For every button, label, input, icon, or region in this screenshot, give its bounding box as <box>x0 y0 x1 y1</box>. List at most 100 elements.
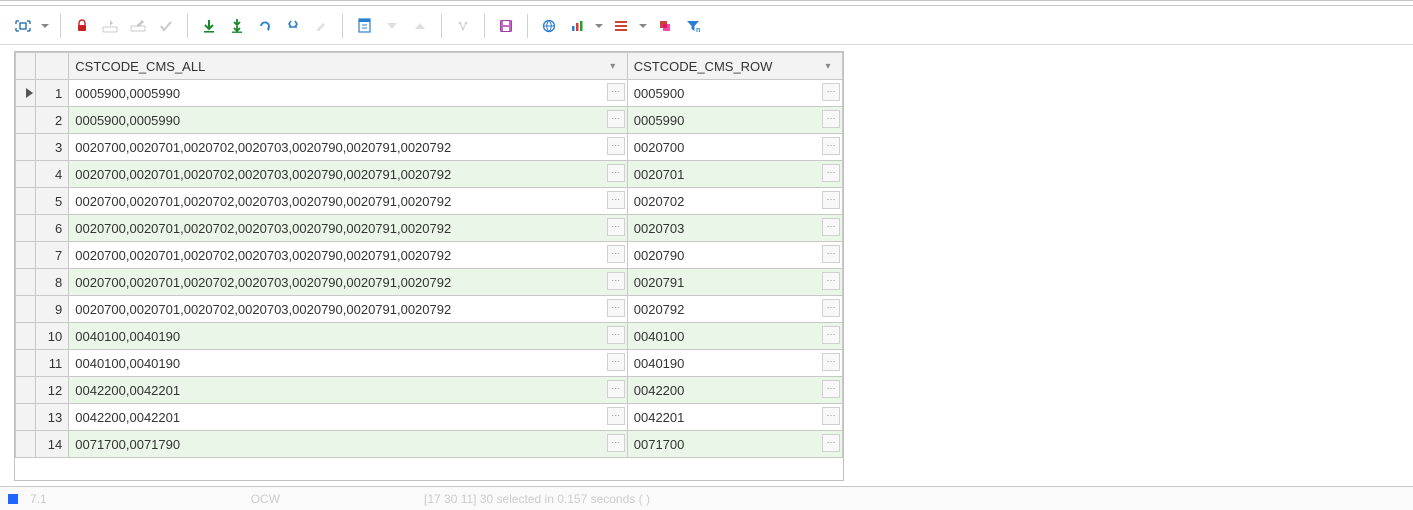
export-xls-icon[interactable] <box>351 13 377 39</box>
cell-ellipsis-button[interactable]: ··· <box>822 299 840 317</box>
cell-value[interactable]: 0005900 <box>634 86 836 101</box>
fit-grid-icon[interactable] <box>10 13 36 39</box>
table-row[interactable]: 70020700,0020701,0020702,0020703,0020790… <box>16 242 843 269</box>
cell-ellipsis-button[interactable]: ··· <box>607 137 625 155</box>
cell-value[interactable]: 0020700,0020701,0020702,0020703,0020790,… <box>75 221 621 236</box>
cell-value[interactable]: 0040100 <box>634 329 836 344</box>
cell-ellipsis-button[interactable]: ··· <box>607 272 625 290</box>
cell-value[interactable]: 0020700,0020701,0020702,0020703,0020790,… <box>75 194 621 209</box>
table-row[interactable]: 110040100,0040190···0040190··· <box>16 350 843 377</box>
cell-value[interactable]: 0020702 <box>634 194 836 209</box>
cell-value[interactable]: 0040100,0040190 <box>75 329 621 344</box>
cell-value[interactable]: 0020700,0020701,0020702,0020703,0020790,… <box>75 167 621 182</box>
cell-value[interactable]: 0020700 <box>634 140 836 155</box>
cell-value[interactable]: 0020700,0020701,0020702,0020703,0020790,… <box>75 302 621 317</box>
find-icon[interactable] <box>280 13 306 39</box>
cell-value[interactable]: 0040100,0040190 <box>75 356 621 371</box>
cell-ellipsis-button[interactable]: ··· <box>607 380 625 398</box>
column-header-all[interactable]: CSTCODE_CMS_ALL▾ <box>69 53 628 80</box>
cell-value[interactable]: 0005990 <box>634 113 836 128</box>
cell-ellipsis-button[interactable]: ··· <box>822 218 840 236</box>
cell-value[interactable]: 0020792 <box>634 302 836 317</box>
cell-value[interactable]: 0005900,0005990 <box>75 113 621 128</box>
dropdown-icon[interactable] <box>592 13 606 39</box>
cell-value[interactable]: 0042201 <box>634 410 836 425</box>
cell-value[interactable]: 0071700 <box>634 437 836 452</box>
cell-ellipsis-button[interactable]: ··· <box>822 191 840 209</box>
cell-ellipsis-button[interactable]: ··· <box>607 164 625 182</box>
cell-ellipsis-button[interactable]: ··· <box>822 272 840 290</box>
cell-ellipsis-button[interactable]: ··· <box>607 191 625 209</box>
table-row[interactable]: 80020700,0020701,0020702,0020703,0020790… <box>16 269 843 296</box>
indicator-header[interactable] <box>16 53 36 80</box>
cell-value[interactable]: 0042200,0042201 <box>75 383 621 398</box>
table-row[interactable]: 20005900,0005990···0005990··· <box>16 107 843 134</box>
cell-ellipsis-button[interactable]: ··· <box>822 83 840 101</box>
dropdown-icon[interactable] <box>636 13 650 39</box>
column-dropdown-icon[interactable]: ▾ <box>820 61 836 72</box>
dropdown-icon[interactable] <box>38 13 52 39</box>
column-dropdown-icon[interactable]: ▾ <box>605 61 621 72</box>
cell-ellipsis-button[interactable]: ··· <box>607 110 625 128</box>
sort-desc-icon[interactable] <box>379 13 405 39</box>
cell-ellipsis-button[interactable]: ··· <box>822 137 840 155</box>
table-row[interactable]: 140071700,0071790···0071700··· <box>16 431 843 458</box>
lock-icon[interactable] <box>69 13 95 39</box>
link-icon[interactable] <box>450 13 476 39</box>
table-row[interactable]: 130042200,0042201···0042201··· <box>16 404 843 431</box>
cell-value[interactable]: 0020791 <box>634 275 836 290</box>
table-row[interactable]: 120042200,0042201···0042200··· <box>16 377 843 404</box>
cell-ellipsis-button[interactable]: ··· <box>822 380 840 398</box>
sort-asc-icon[interactable] <box>407 13 433 39</box>
cell-value[interactable]: 0020700,0020701,0020702,0020703,0020790,… <box>75 140 621 155</box>
cell-ellipsis-button[interactable]: ··· <box>607 83 625 101</box>
column-header-row[interactable]: CSTCODE_CMS_ROW▾ <box>627 53 842 80</box>
fetch-down-icon[interactable] <box>196 13 222 39</box>
cell-ellipsis-button[interactable]: ··· <box>607 407 625 425</box>
cell-ellipsis-button[interactable]: ··· <box>822 164 840 182</box>
table-row[interactable]: 30020700,0020701,0020702,0020703,0020790… <box>16 134 843 161</box>
cell-value[interactable]: 0042200 <box>634 383 836 398</box>
cell-ellipsis-button[interactable]: ··· <box>822 245 840 263</box>
cell-ellipsis-button[interactable]: ··· <box>822 110 840 128</box>
chart-icon[interactable] <box>564 13 590 39</box>
globe-icon[interactable] <box>536 13 562 39</box>
cell-value[interactable]: 0071700,0071790 <box>75 437 621 452</box>
edit-inline-icon[interactable] <box>97 13 123 39</box>
cell-value[interactable]: 0020790 <box>634 248 836 263</box>
rownum-header[interactable] <box>36 53 69 80</box>
cell-ellipsis-button[interactable]: ··· <box>607 245 625 263</box>
filter-icon[interactable]: n <box>680 13 706 39</box>
cell-value[interactable]: 0020701 <box>634 167 836 182</box>
data-grid[interactable]: CSTCODE_CMS_ALL▾ CSTCODE_CMS_ROW▾ 100059… <box>14 51 844 481</box>
refresh-icon[interactable] <box>252 13 278 39</box>
stack-icon[interactable] <box>652 13 678 39</box>
cell-value[interactable]: 0042200,0042201 <box>75 410 621 425</box>
cell-value[interactable]: 0020700,0020701,0020702,0020703,0020790,… <box>75 275 621 290</box>
cell-ellipsis-button[interactable]: ··· <box>607 434 625 452</box>
table-row[interactable]: 40020700,0020701,0020702,0020703,0020790… <box>16 161 843 188</box>
cell-value[interactable]: 0040190 <box>634 356 836 371</box>
cell-ellipsis-button[interactable]: ··· <box>822 407 840 425</box>
cell-value[interactable]: 0020703 <box>634 221 836 236</box>
cell-ellipsis-button[interactable]: ··· <box>822 434 840 452</box>
cell-value[interactable]: 0020700,0020701,0020702,0020703,0020790,… <box>75 248 621 263</box>
fetch-all-icon[interactable] <box>224 13 250 39</box>
cell-ellipsis-button[interactable]: ··· <box>607 218 625 236</box>
cell-ellipsis-button[interactable]: ··· <box>822 326 840 344</box>
cell-ellipsis-button[interactable]: ··· <box>607 326 625 344</box>
list-icon[interactable] <box>608 13 634 39</box>
cell-ellipsis-button[interactable]: ··· <box>822 353 840 371</box>
save-icon[interactable] <box>493 13 519 39</box>
table-row[interactable]: 90020700,0020701,0020702,0020703,0020790… <box>16 296 843 323</box>
clear-icon[interactable] <box>308 13 334 39</box>
table-row[interactable]: 60020700,0020701,0020702,0020703,0020790… <box>16 215 843 242</box>
table-row[interactable]: 50020700,0020701,0020702,0020703,0020790… <box>16 188 843 215</box>
table-row[interactable]: 10005900,0005990···0005900··· <box>16 80 843 107</box>
cell-value[interactable]: 0005900,0005990 <box>75 86 621 101</box>
cell-ellipsis-button[interactable]: ··· <box>607 353 625 371</box>
table-row[interactable]: 100040100,0040190···0040100··· <box>16 323 843 350</box>
cell-ellipsis-button[interactable]: ··· <box>607 299 625 317</box>
new-row-icon[interactable] <box>125 13 151 39</box>
commit-icon[interactable] <box>153 13 179 39</box>
